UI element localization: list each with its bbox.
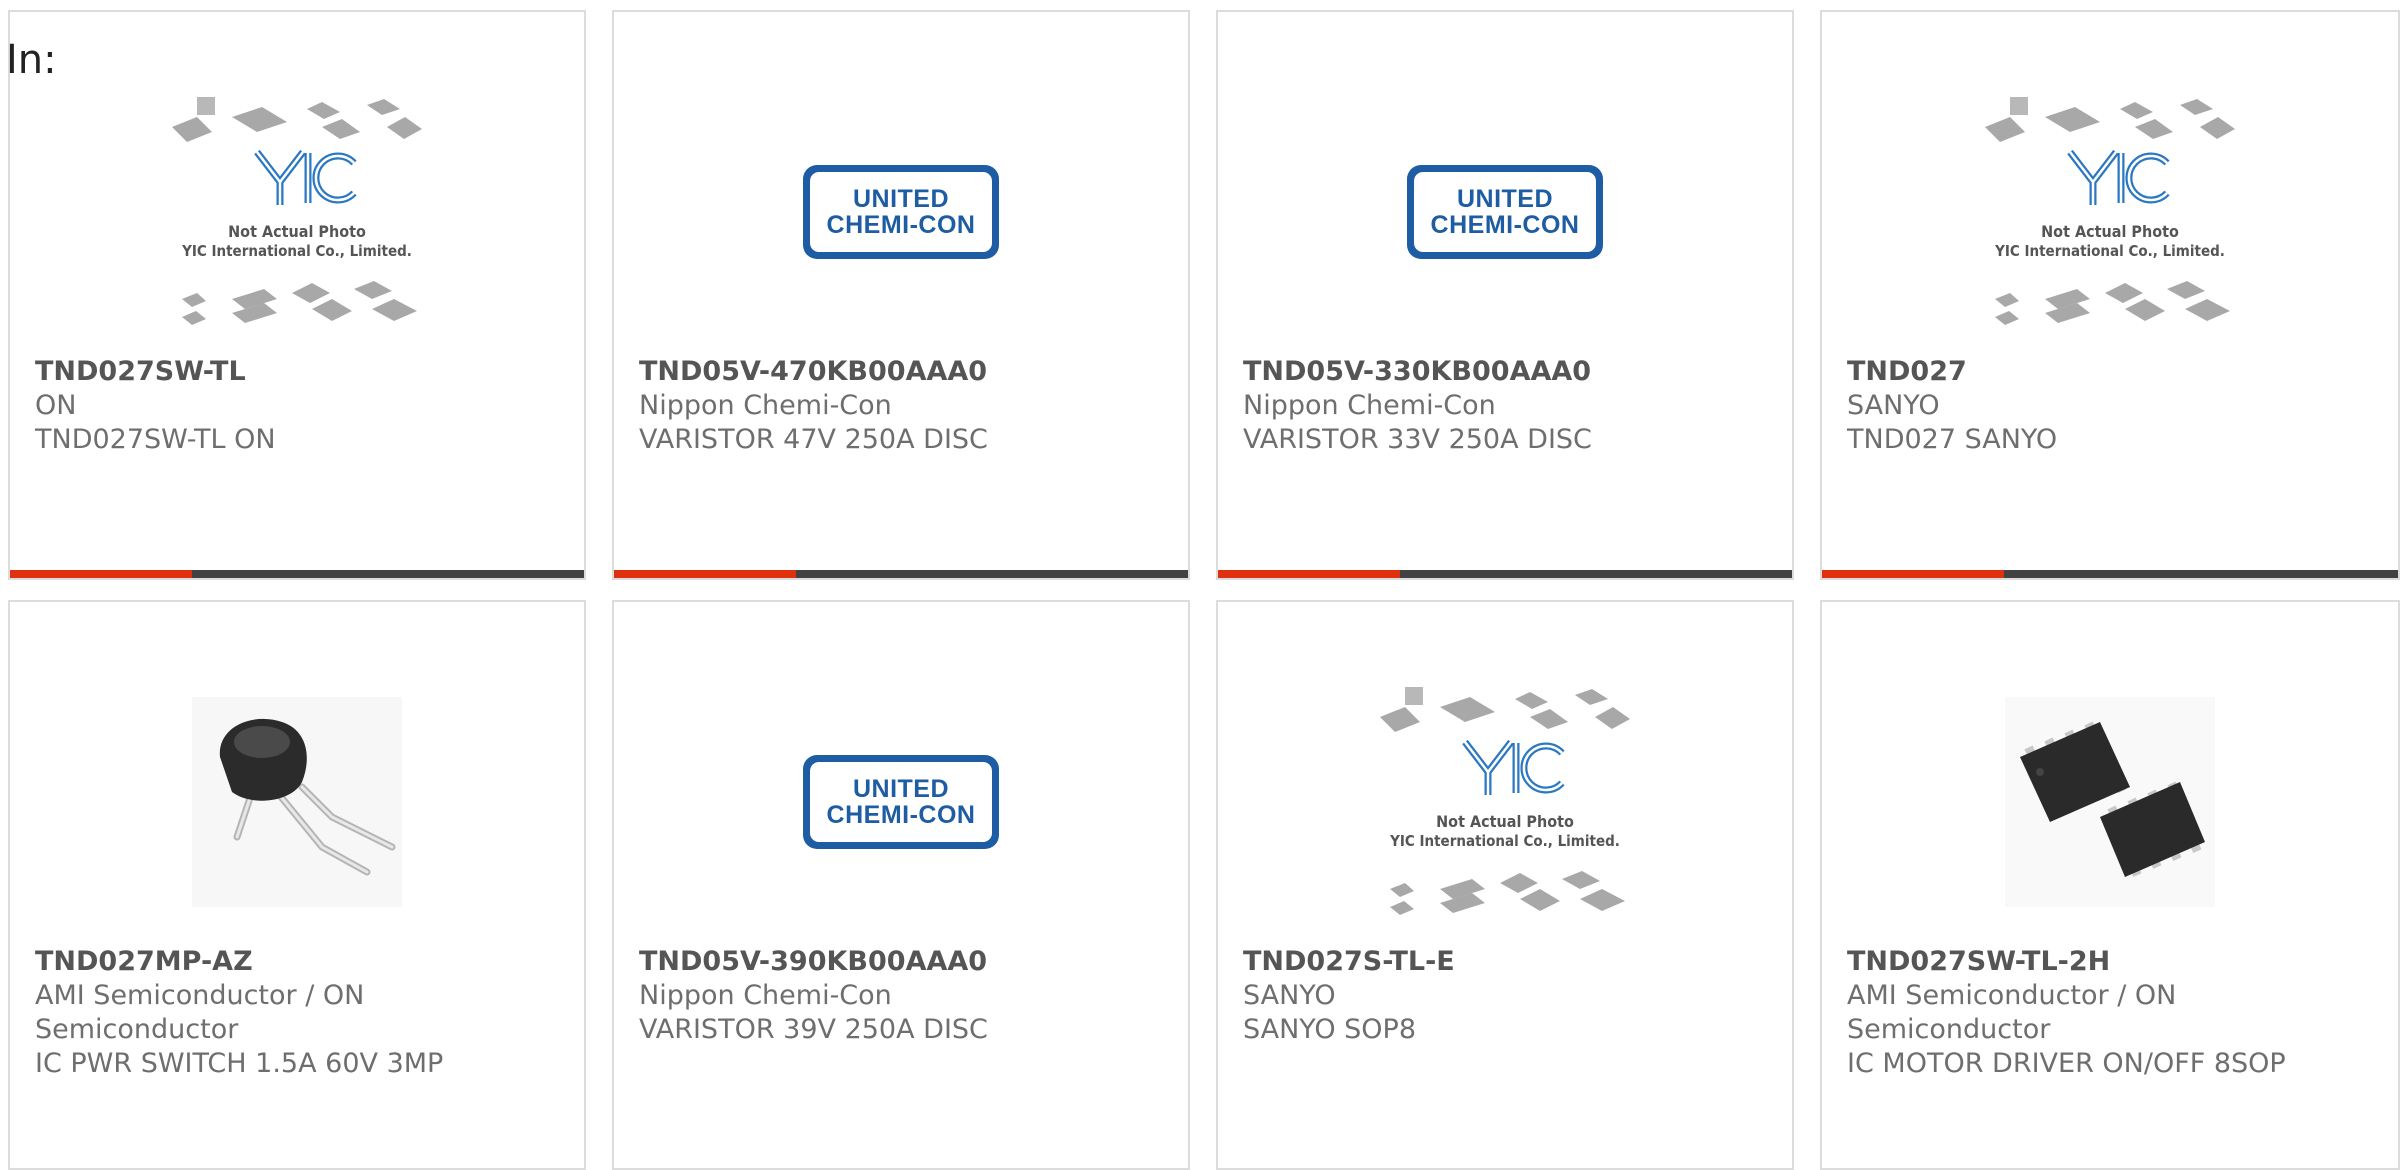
card-accent-bar bbox=[1822, 570, 2004, 578]
manufacturer: Nippon Chemi-Con bbox=[639, 980, 892, 1011]
card-accent-bar bbox=[1218, 570, 1400, 578]
product-grid: Not Actual Photo YIC International Co., … bbox=[0, 0, 2400, 1170]
product-card[interactable]: TND027SW-TL-2H AMI Semiconductor / ON Se… bbox=[1820, 600, 2400, 1170]
part-number[interactable]: TND027MP-AZ bbox=[35, 945, 564, 979]
product-card[interactable]: Not Actual Photo YIC International Co., … bbox=[1820, 10, 2400, 580]
description: IC PWR SWITCH 1.5A 60V 3MP bbox=[35, 1048, 444, 1079]
part-number[interactable]: TND027 bbox=[1847, 355, 2378, 389]
placeholder-company: YIC International Co., Limited. bbox=[1994, 242, 2225, 260]
product-image: UNITED CHEMI-CON bbox=[614, 62, 1188, 362]
placeholder-company: YIC International Co., Limited. bbox=[1389, 832, 1620, 850]
product-image bbox=[1822, 652, 2398, 952]
description: TND027 SANYO bbox=[1847, 424, 2058, 455]
description: IC MOTOR DRIVER ON/OFF 8SOP bbox=[1847, 1048, 2286, 1079]
logo-line-2: CHEMI-CON bbox=[826, 801, 976, 829]
manufacturer: AMI Semiconductor / ON Semiconductor bbox=[1847, 980, 2177, 1045]
description: SANYO SOP8 bbox=[1243, 1014, 1417, 1045]
manufacturer: ON bbox=[35, 390, 77, 421]
product-image bbox=[10, 652, 584, 952]
product-card[interactable]: UNITED CHEMI-CON TND05V-330KB00AAA0 Nipp… bbox=[1216, 10, 1794, 580]
description: VARISTOR 47V 250A DISC bbox=[639, 424, 988, 455]
united-chemi-con-logo: UNITED CHEMI-CON bbox=[1407, 165, 1603, 259]
logo-line-2: CHEMI-CON bbox=[826, 211, 976, 239]
placeholder-caption: Not Actual Photo bbox=[228, 222, 366, 241]
product-card[interactable]: Not Actual Photo YIC International Co., … bbox=[8, 10, 586, 580]
search-prefix-label: In: bbox=[6, 37, 57, 83]
logo-line-2: CHEMI-CON bbox=[1430, 211, 1580, 239]
part-number[interactable]: TND05V-470KB00AAA0 bbox=[639, 355, 1168, 389]
card-footer-bar bbox=[10, 570, 584, 578]
product-image: UNITED CHEMI-CON bbox=[614, 652, 1188, 952]
yic-placeholder-image: Not Actual Photo YIC International Co., … bbox=[1380, 687, 1630, 915]
part-number[interactable]: TND027SW-TL bbox=[35, 355, 564, 389]
manufacturer: SANYO bbox=[1847, 390, 1940, 421]
united-chemi-con-logo: UNITED CHEMI-CON bbox=[803, 165, 999, 259]
manufacturer: Nippon Chemi-Con bbox=[639, 390, 892, 421]
placeholder-company: YIC International Co., Limited. bbox=[181, 242, 412, 260]
to92-transistor-image bbox=[192, 697, 402, 907]
part-number[interactable]: TND027S-TL-E bbox=[1243, 945, 1772, 979]
manufacturer: SANYO bbox=[1243, 980, 1336, 1011]
product-card[interactable]: TND027MP-AZ AMI Semiconductor / ON Semic… bbox=[8, 600, 586, 1170]
placeholder-caption: Not Actual Photo bbox=[2041, 222, 2179, 241]
card-accent-bar bbox=[614, 570, 796, 578]
manufacturer: Nippon Chemi-Con bbox=[1243, 390, 1496, 421]
card-footer-bar bbox=[1218, 570, 1792, 578]
product-image: Not Actual Photo YIC International Co., … bbox=[1822, 62, 2398, 362]
card-footer-bar bbox=[614, 570, 1188, 578]
product-card[interactable]: UNITED CHEMI-CON TND05V-470KB00AAA0 Nipp… bbox=[612, 10, 1190, 580]
description: TND027SW-TL ON bbox=[35, 424, 276, 455]
product-image: Not Actual Photo YIC International Co., … bbox=[1218, 652, 1792, 952]
part-number[interactable]: TND027SW-TL-2H bbox=[1847, 945, 2378, 979]
manufacturer: AMI Semiconductor / ON Semiconductor bbox=[35, 980, 365, 1045]
yic-placeholder-image: Not Actual Photo YIC International Co., … bbox=[1985, 97, 2235, 325]
product-card[interactable]: Not Actual Photo YIC International Co., … bbox=[1216, 600, 1794, 1170]
sop8-package-image bbox=[2005, 697, 2215, 907]
product-image: Not Actual Photo YIC International Co., … bbox=[10, 62, 584, 362]
product-image: UNITED CHEMI-CON bbox=[1218, 62, 1792, 362]
logo-line-1: UNITED bbox=[852, 185, 950, 213]
card-accent-bar bbox=[10, 570, 192, 578]
placeholder-caption: Not Actual Photo bbox=[1436, 812, 1574, 831]
description: VARISTOR 39V 250A DISC bbox=[639, 1014, 988, 1045]
part-number[interactable]: TND05V-330KB00AAA0 bbox=[1243, 355, 1772, 389]
description: VARISTOR 33V 250A DISC bbox=[1243, 424, 1592, 455]
card-footer-bar bbox=[1822, 570, 2398, 578]
logo-line-1: UNITED bbox=[852, 775, 950, 803]
united-chemi-con-logo: UNITED CHEMI-CON bbox=[803, 755, 999, 849]
yic-placeholder-image: Not Actual Photo YIC International Co., … bbox=[172, 97, 422, 325]
product-card[interactable]: UNITED CHEMI-CON TND05V-390KB00AAA0 Nipp… bbox=[612, 600, 1190, 1170]
logo-line-1: UNITED bbox=[1456, 185, 1554, 213]
part-number[interactable]: TND05V-390KB00AAA0 bbox=[639, 945, 1168, 979]
